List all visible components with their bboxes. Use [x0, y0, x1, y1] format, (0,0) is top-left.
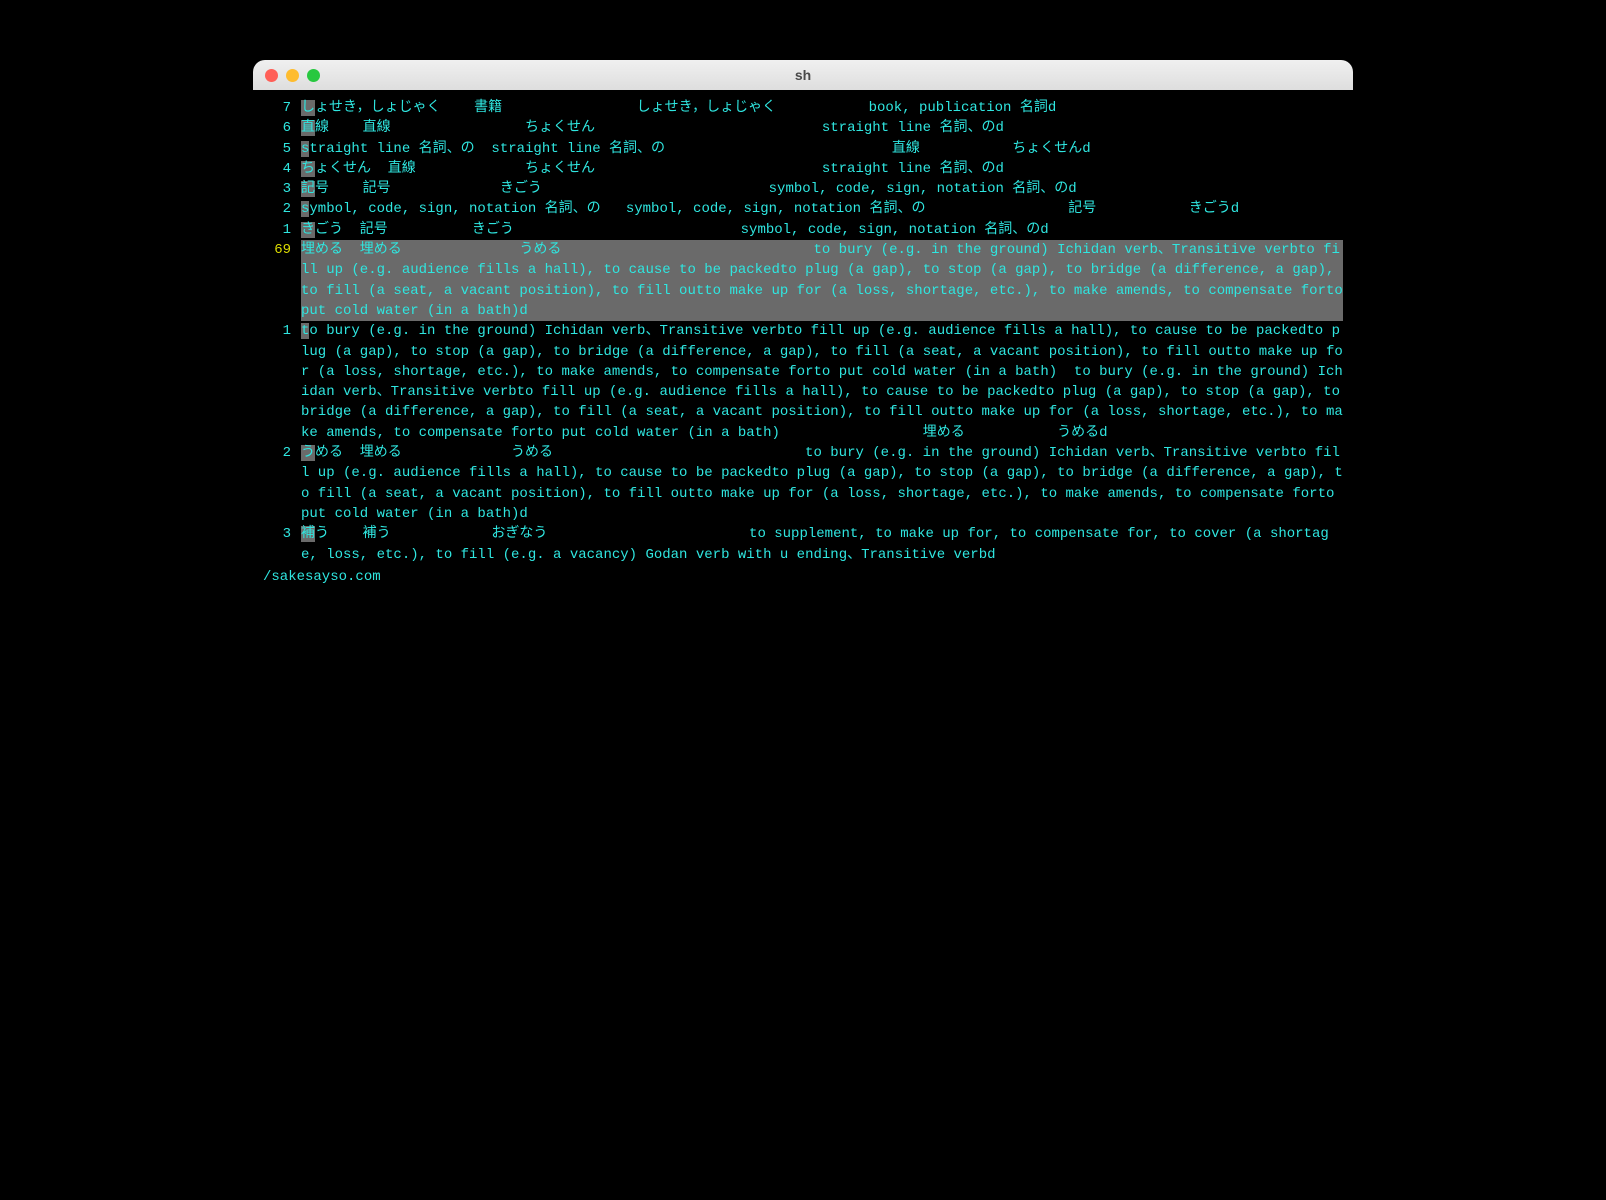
traffic-lights: [265, 69, 320, 82]
line-content: きごう 記号 きごう symbol, code, sign, notation …: [301, 220, 1343, 240]
highlighted-char: 直: [301, 120, 315, 136]
line-number: 7: [263, 98, 301, 118]
line-content: しょせき，しょじゃく 書籍 しょせき，しょじゃく book, publicati…: [301, 98, 1343, 118]
terminal-body[interactable]: 7しょせき，しょじゃく 書籍 しょせき，しょじゃく book, publicat…: [253, 90, 1353, 605]
list-item[interactable]: 3記号 記号 きごう symbol, code, sign, notation …: [263, 179, 1343, 199]
line-content: symbol, code, sign, notation 名詞、の symbol…: [301, 199, 1343, 219]
list-item[interactable]: 5straight line 名詞、の straight line 名詞、の 直…: [263, 139, 1343, 159]
line-number: 6: [263, 118, 301, 138]
list-item[interactable]: 7しょせき，しょじゃく 書籍 しょせき，しょじゃく book, publicat…: [263, 98, 1343, 118]
list-item[interactable]: 3補う 補う おぎなう to supplement, to make up fo…: [263, 524, 1343, 565]
list-item[interactable]: 2うめる 埋める うめる to bury (e.g. in the ground…: [263, 443, 1343, 524]
line-number: 3: [263, 524, 301, 544]
list-item[interactable]: 1to bury (e.g. in the ground) Ichidan ve…: [263, 321, 1343, 443]
highlighted-char: 補: [301, 526, 315, 542]
highlighted-char: し: [301, 100, 315, 116]
titlebar[interactable]: sh: [253, 60, 1353, 90]
line-content: 記号 記号 きごう symbol, code, sign, notation 名…: [301, 179, 1343, 199]
list-item[interactable]: 69埋める 埋める うめる to bury (e.g. in the groun…: [263, 240, 1343, 321]
line-content: ちょくせん 直線 ちょくせん straight line 名詞、のd: [301, 159, 1343, 179]
line-number: 1: [263, 220, 301, 240]
line-content: 補う 補う おぎなう to supplement, to make up for…: [301, 524, 1343, 565]
line-number: 3: [263, 179, 301, 199]
list-item[interactable]: 2symbol, code, sign, notation 名詞、の symbo…: [263, 199, 1343, 219]
terminal-window: sh 7しょせき，しょじゃく 書籍 しょせき，しょじゃく book, publi…: [253, 60, 1353, 605]
line-number: 2: [263, 199, 301, 219]
highlighted-char: ち: [301, 161, 315, 177]
line-number: 2: [263, 443, 301, 463]
line-number: 69: [263, 240, 301, 260]
line-number: 5: [263, 139, 301, 159]
highlighted-char: き: [301, 222, 315, 238]
list-item[interactable]: 1きごう 記号 きごう symbol, code, sign, notation…: [263, 220, 1343, 240]
maximize-icon[interactable]: [307, 69, 320, 82]
search-query: /sakesayso.com: [263, 565, 1343, 587]
line-number: 4: [263, 159, 301, 179]
minimize-icon[interactable]: [286, 69, 299, 82]
highlighted-char: 記: [301, 181, 315, 197]
line-content: 直線 直線 ちょくせん straight line 名詞、のd: [301, 118, 1343, 138]
close-icon[interactable]: [265, 69, 278, 82]
list-item[interactable]: 6直線 直線 ちょくせん straight line 名詞、のd: [263, 118, 1343, 138]
line-content: to bury (e.g. in the ground) Ichidan ver…: [301, 321, 1343, 443]
line-number: 1: [263, 321, 301, 341]
line-content: うめる 埋める うめる to bury (e.g. in the ground)…: [301, 443, 1343, 524]
list-item[interactable]: 4ちょくせん 直線 ちょくせん straight line 名詞、のd: [263, 159, 1343, 179]
line-content: 埋める 埋める うめる to bury (e.g. in the ground)…: [301, 240, 1343, 321]
window-title: sh: [253, 67, 1353, 83]
highlighted-char: う: [301, 445, 315, 461]
line-content: straight line 名詞、の straight line 名詞、の 直線…: [301, 139, 1343, 159]
